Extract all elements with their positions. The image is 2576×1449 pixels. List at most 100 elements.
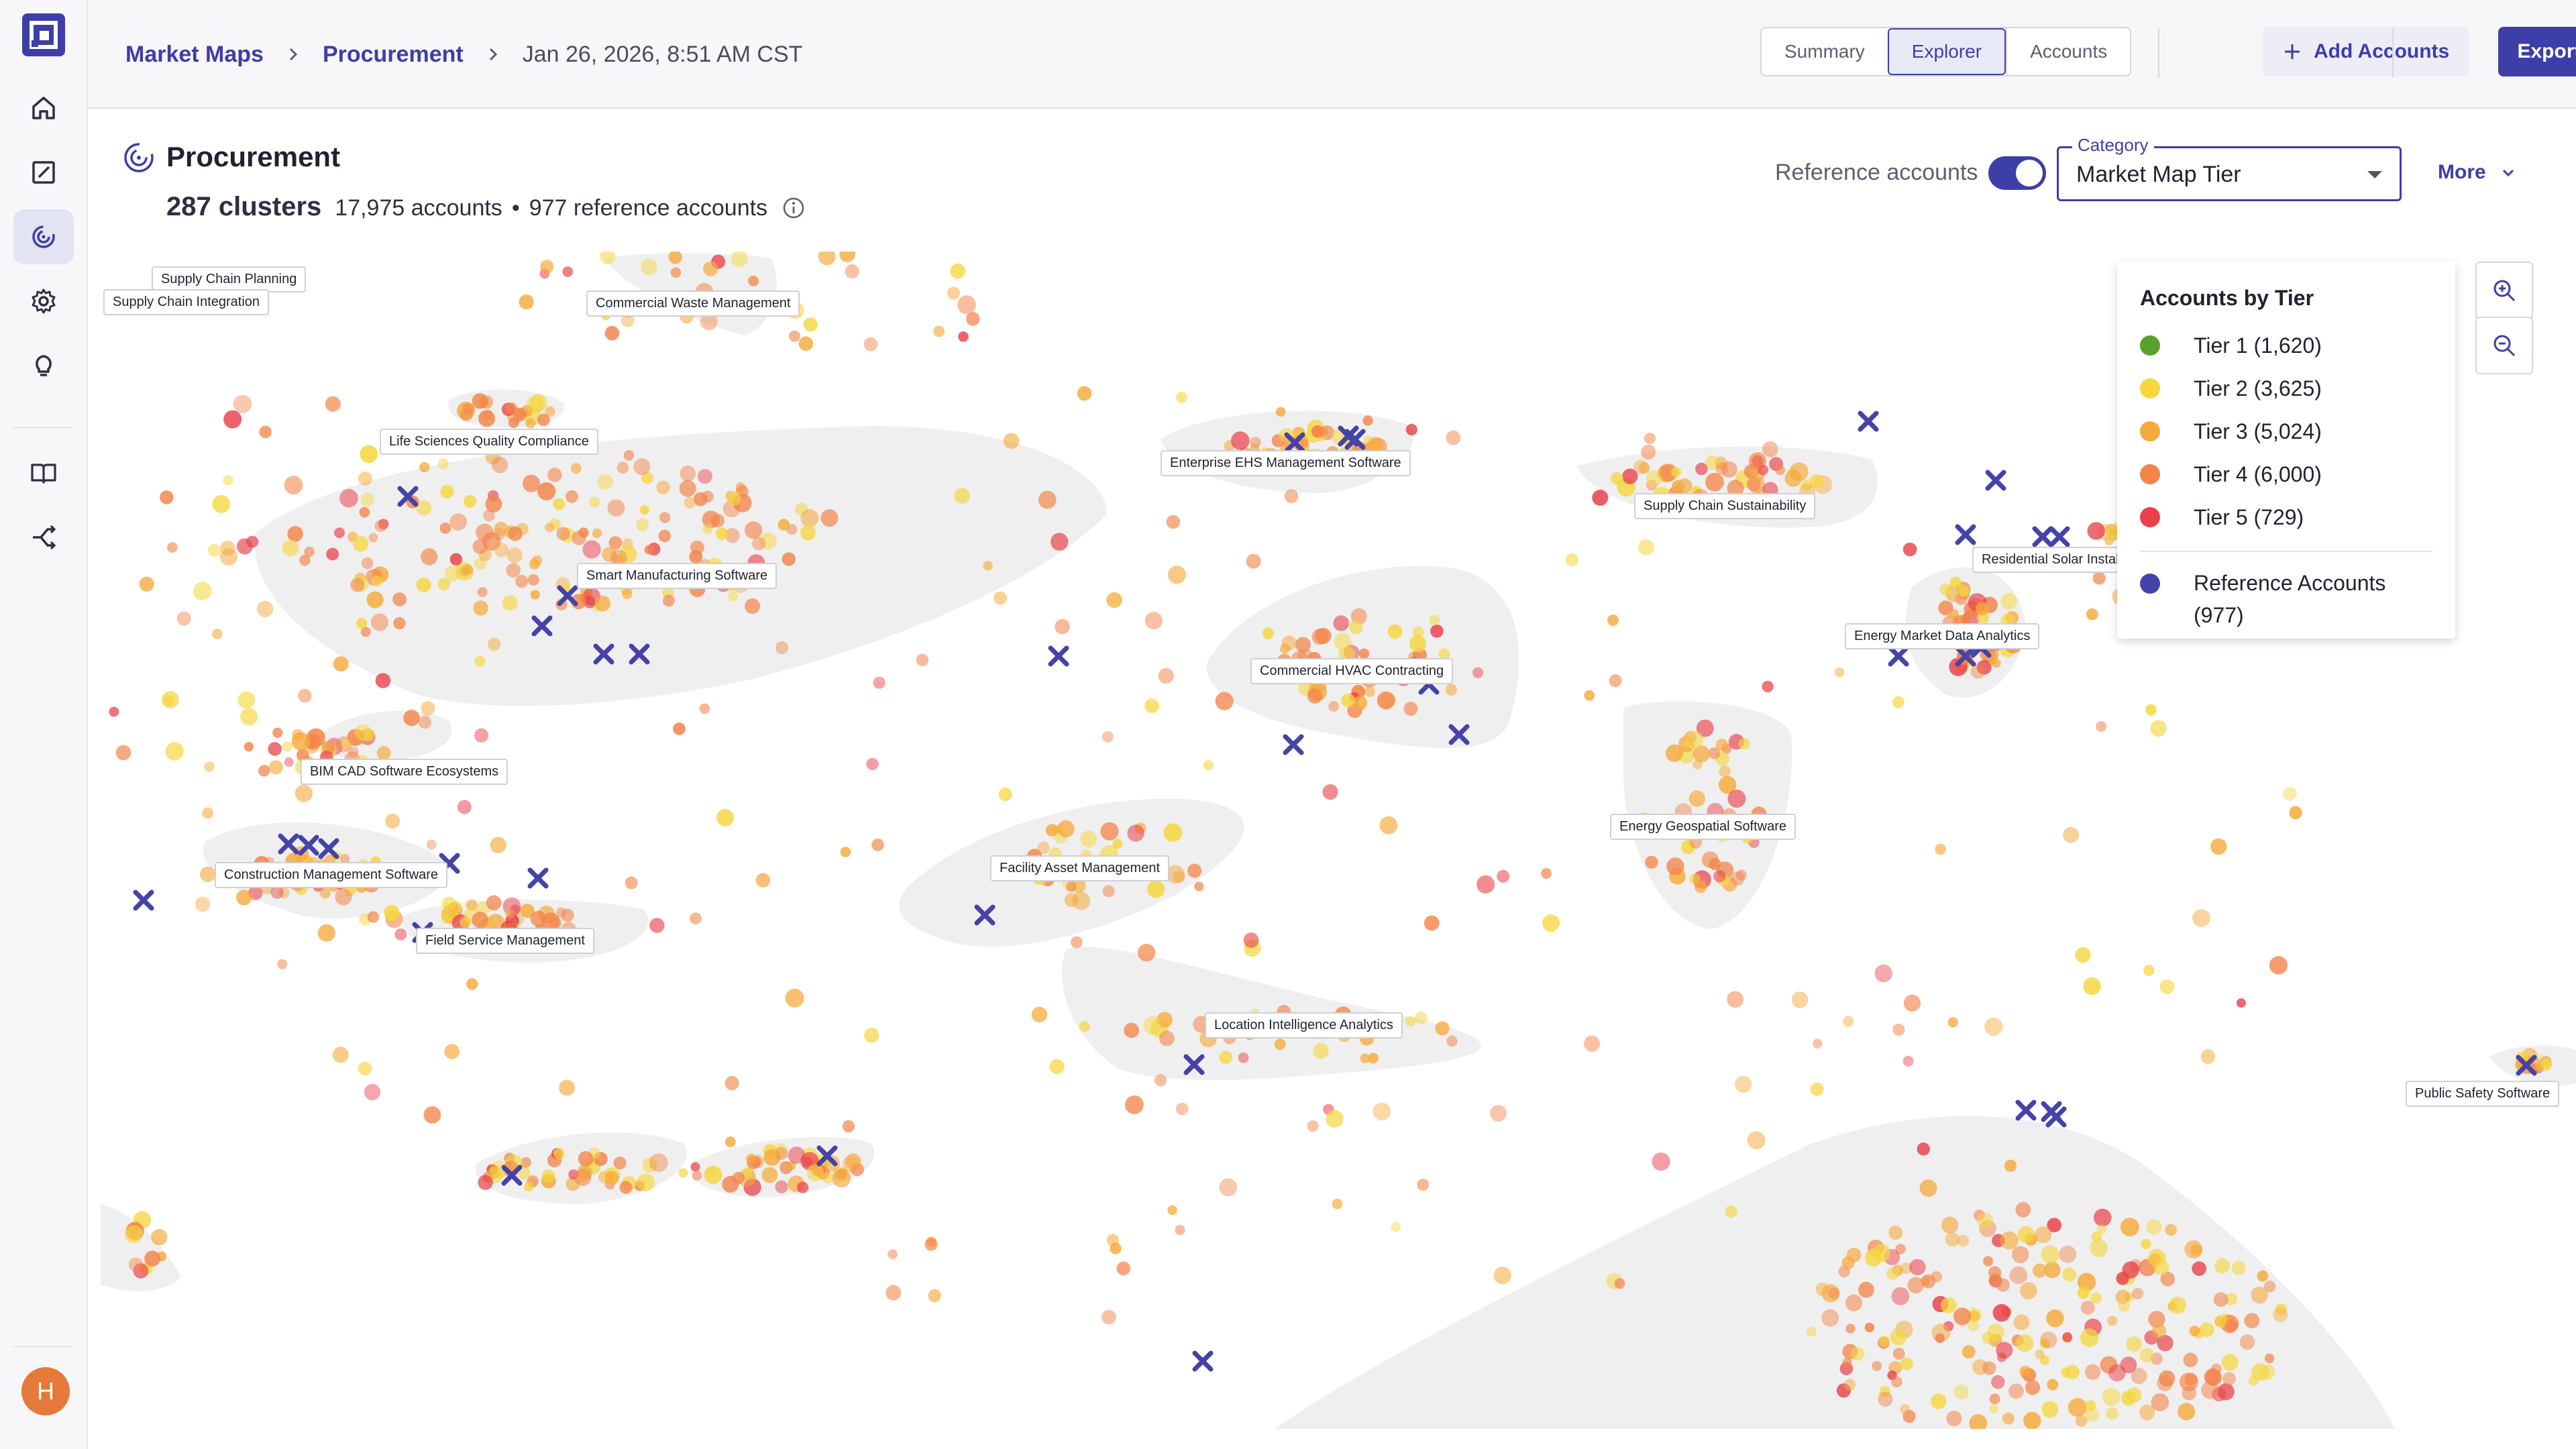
account-dot[interactable]: [325, 396, 341, 412]
account-dot[interactable]: [1100, 822, 1119, 841]
account-dot[interactable]: [1845, 1324, 1856, 1334]
account-dot[interactable]: [2151, 1324, 2167, 1338]
account-dot[interactable]: [1957, 1234, 1970, 1247]
account-dot[interactable]: [588, 496, 600, 508]
legend-item-tier-1[interactable]: Tier 1 (1,620): [2140, 324, 2432, 367]
account-dot[interactable]: [2150, 720, 2167, 737]
account-dot[interactable]: [822, 1172, 834, 1184]
account-dot[interactable]: [752, 537, 766, 551]
account-dot[interactable]: [2180, 1373, 2198, 1391]
account-dot[interactable]: [659, 512, 671, 523]
account-dot[interactable]: [2041, 1401, 2059, 1418]
account-dot[interactable]: [1565, 553, 1579, 567]
account-dot[interactable]: [421, 548, 438, 566]
account-dot[interactable]: [2013, 1314, 2030, 1330]
account-dot[interactable]: [1762, 680, 1774, 693]
account-dot[interactable]: [426, 839, 437, 850]
account-dot[interactable]: [845, 1153, 861, 1169]
account-dot[interactable]: [1611, 472, 1623, 485]
legend-item-tier-4[interactable]: Tier 4 (6,000): [2140, 453, 2432, 496]
account-dot[interactable]: [2210, 838, 2227, 855]
account-dot[interactable]: [139, 576, 154, 592]
account-dot[interactable]: [1646, 470, 1662, 486]
account-dot[interactable]: [474, 655, 486, 667]
account-dot[interactable]: [1144, 698, 1159, 713]
account-dot[interactable]: [490, 837, 506, 853]
account-dot[interactable]: [370, 613, 388, 631]
reference-account-marker[interactable]: [2015, 1099, 2037, 1121]
account-dot[interactable]: [1644, 433, 1656, 445]
cluster-label[interactable]: BIM CAD Software Ecosystems: [301, 759, 508, 785]
reference-account-marker[interactable]: [1283, 734, 1304, 755]
account-dot[interactable]: [449, 513, 467, 531]
account-dot[interactable]: [317, 924, 335, 942]
account-dot[interactable]: [2093, 1208, 2112, 1227]
account-dot[interactable]: [375, 673, 391, 688]
account-dot[interactable]: [1892, 1348, 1905, 1360]
legend-item-tier-5[interactable]: Tier 5 (729): [2140, 496, 2432, 539]
account-dot[interactable]: [1358, 648, 1370, 659]
cluster-label[interactable]: Commercial Waste Management: [586, 290, 800, 317]
account-dot[interactable]: [1031, 1006, 1048, 1023]
info-icon[interactable]: [782, 197, 805, 219]
account-dot[interactable]: [256, 600, 274, 617]
account-dot[interactable]: [464, 494, 477, 508]
account-dot[interactable]: [2121, 1391, 2137, 1406]
account-dot[interactable]: [566, 490, 578, 503]
account-dot[interactable]: [233, 394, 252, 413]
account-dot[interactable]: [294, 784, 313, 802]
account-dot[interactable]: [350, 578, 365, 592]
account-dot[interactable]: [2257, 1270, 2269, 1282]
account-dot[interactable]: [1845, 1294, 1862, 1311]
account-dot[interactable]: [950, 263, 966, 279]
account-dot[interactable]: [2189, 1326, 2200, 1336]
account-dot[interactable]: [272, 727, 283, 738]
account-dot[interactable]: [1828, 1287, 1839, 1299]
cluster-label[interactable]: Commercial HVAC Contracting: [1250, 658, 1454, 684]
account-dot[interactable]: [745, 598, 761, 614]
account-dot[interactable]: [319, 888, 331, 899]
account-dot[interactable]: [1037, 841, 1050, 854]
account-dot[interactable]: [2236, 998, 2246, 1008]
zoom-in-button[interactable]: [2475, 262, 2533, 319]
account-dot[interactable]: [1701, 851, 1719, 868]
account-dot[interactable]: [2084, 1364, 2101, 1380]
reference-accounts-toggle[interactable]: [1988, 156, 2046, 190]
account-dot[interactable]: [505, 908, 515, 918]
account-dot[interactable]: [1348, 620, 1363, 635]
cluster-label[interactable]: Life Sciences Quality Compliance: [380, 429, 598, 455]
account-dot[interactable]: [2143, 965, 2155, 976]
account-dot[interactable]: [244, 742, 254, 752]
account-dot[interactable]: [1403, 702, 1418, 716]
account-dot[interactable]: [743, 1167, 753, 1177]
account-dot[interactable]: [2011, 1246, 2029, 1263]
account-dot[interactable]: [727, 491, 741, 506]
account-dot[interactable]: [1891, 1376, 1902, 1388]
account-dot[interactable]: [2116, 1272, 2129, 1285]
account-dot[interactable]: [466, 978, 478, 990]
account-dot[interactable]: [477, 587, 488, 597]
account-dot[interactable]: [2169, 1296, 2187, 1314]
account-dot[interactable]: [1983, 1256, 1994, 1267]
account-dot[interactable]: [541, 1169, 555, 1183]
account-dot[interactable]: [2096, 720, 2107, 732]
account-dot[interactable]: [616, 462, 629, 474]
account-dot[interactable]: [842, 1120, 855, 1133]
account-dot[interactable]: [1584, 1035, 1601, 1052]
account-dot[interactable]: [1762, 441, 1778, 458]
account-dot[interactable]: [1715, 739, 1728, 751]
account-dot[interactable]: [2063, 826, 2079, 843]
account-dot[interactable]: [702, 524, 713, 535]
account-dot[interactable]: [746, 1153, 757, 1165]
account-dot[interactable]: [1727, 790, 1746, 808]
account-dot[interactable]: [1987, 1324, 2004, 1341]
account-dot[interactable]: [2132, 1287, 2144, 1299]
tab-accounts[interactable]: Accounts: [2006, 28, 2130, 75]
account-dot[interactable]: [2145, 704, 2157, 716]
reference-account-marker[interactable]: [1985, 470, 2006, 491]
account-dot[interactable]: [335, 888, 352, 906]
account-dot[interactable]: [506, 563, 521, 578]
account-dot[interactable]: [562, 266, 574, 277]
account-dot[interactable]: [699, 703, 710, 714]
nav-ideas[interactable]: [13, 338, 74, 393]
